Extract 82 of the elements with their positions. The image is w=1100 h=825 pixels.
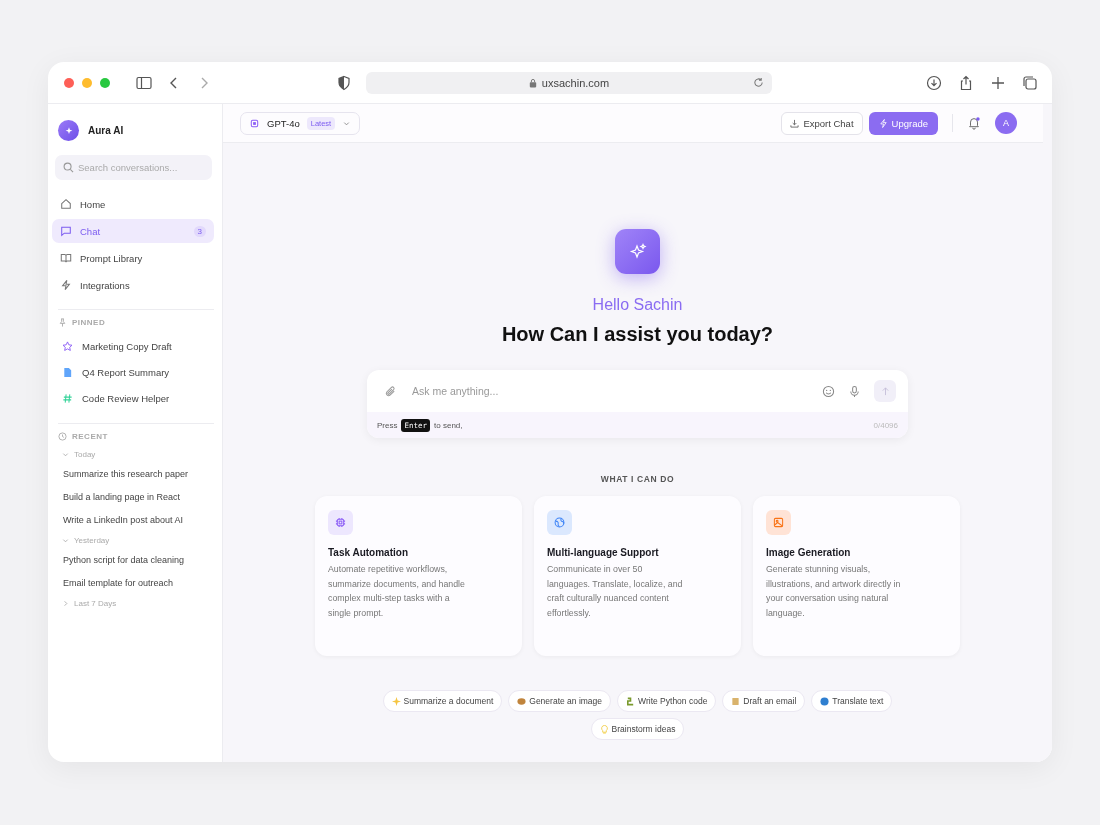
search-field[interactable]: Search conversations... [55, 155, 212, 180]
image-icon [766, 510, 791, 535]
capability-card[interactable]: Image Generation Generate stunning visuals, illustrations, and artwork directly in your conversation using natural language. [753, 496, 960, 656]
suggestion-chip[interactable]: Summarize a document [382, 690, 503, 712]
tabs-icon[interactable] [1022, 74, 1038, 91]
card-title: Task Automation [328, 547, 409, 558]
card-description: Communicate in over 50 languages. Translate, localize, and craft culturally nuanced content effortlessly. [547, 563, 684, 620]
suggestion-chip[interactable]: Write Python code [617, 690, 717, 712]
greeting: Hello Sachin [592, 296, 683, 314]
nav-item[interactable]: Chat 3 [52, 219, 214, 243]
pin-icon [58, 318, 67, 327]
conversation-item[interactable]: Email template for outreach [52, 571, 214, 594]
chevron-icon [62, 537, 69, 544]
lock-icon [528, 77, 537, 88]
reload-icon[interactable] [753, 76, 764, 88]
sparkle-icon [391, 696, 401, 706]
pinned-item[interactable]: Marketing Copy Draft [52, 333, 214, 359]
nav-item[interactable]: Prompt Library [52, 246, 214, 270]
sidebar-toggle-icon[interactable] [136, 74, 152, 91]
nav-item[interactable]: Integrations [52, 273, 214, 297]
hint-text: Press [377, 420, 398, 430]
suggestion-chip[interactable]: Brainstorm ideas [590, 718, 685, 740]
card-title: Multi-language Support [547, 547, 660, 558]
doc-icon [62, 366, 73, 378]
globe-icon [547, 510, 572, 535]
cpu-icon [328, 510, 353, 535]
hash-icon [62, 392, 73, 404]
chip-icon [249, 117, 260, 129]
star-icon [62, 340, 73, 352]
avatar[interactable]: A [995, 112, 1017, 134]
suggestion-chip[interactable]: Generate an image [508, 690, 612, 712]
upgrade-button[interactable]: Upgrade [868, 111, 938, 135]
suggestion-chip[interactable]: Translate text [811, 690, 893, 712]
arrow-up-icon [880, 386, 890, 396]
download-icon [790, 118, 800, 128]
conversation-item[interactable]: Build a landing page in React [52, 485, 214, 508]
download-icon[interactable] [926, 74, 942, 91]
suggestion-chip[interactable]: Draft an email [722, 690, 806, 712]
share-icon[interactable] [958, 74, 974, 91]
chat-icon [60, 225, 72, 237]
card-title: Image Generation [766, 547, 852, 558]
microphone-icon[interactable] [848, 384, 861, 398]
chevron-icon [62, 451, 69, 458]
capability-card[interactable]: Task Automation Automate repetitive workflows, summarize documents, and handle complex multi-step tasks with a single prompt. [315, 496, 522, 656]
close-button[interactable] [64, 77, 74, 88]
app-logo-icon [58, 120, 79, 141]
search-icon [63, 162, 74, 173]
conversation-item[interactable]: Summarize this research paper [52, 462, 214, 485]
section-heading: PINNED [72, 318, 106, 327]
clock-icon [58, 432, 67, 441]
address-bar[interactable]: uxsachin.com [366, 71, 772, 94]
shield-icon[interactable] [336, 74, 352, 91]
app-name: Aura AI [88, 125, 124, 136]
section-heading: WHAT I CAN DO [600, 474, 675, 484]
conversation-item[interactable]: Python script for data cleaning [52, 548, 214, 571]
globe-icon [820, 696, 830, 706]
assistant-logo-icon [615, 229, 660, 274]
memo-icon [731, 696, 741, 706]
lightning-icon [878, 118, 888, 128]
chevron-icon [62, 600, 69, 607]
conversation-item[interactable]: Write a LinkedIn post about AI [52, 508, 214, 531]
card-description: Automate repetitive workflows, summarize documents, and handle complex multi-step tasks with a single prompt. [328, 563, 466, 620]
hero-title: How Can I assist you today? [501, 323, 774, 346]
paperclip-icon[interactable] [384, 384, 397, 398]
bulb-icon [599, 724, 609, 734]
zap-icon [60, 279, 72, 291]
home-icon [60, 198, 72, 210]
character-counter: 0/4096 [873, 420, 898, 430]
plus-icon[interactable] [990, 74, 1006, 91]
book-icon [60, 252, 72, 264]
count-badge: 3 [193, 225, 206, 237]
section-heading: RECENT [72, 432, 108, 441]
pinned-item[interactable]: Code Review Helper [52, 385, 214, 411]
pinned-item[interactable]: Q4 Report Summary [52, 359, 214, 385]
smiley-icon[interactable] [822, 384, 835, 398]
capability-card[interactable]: Multi-language Support Communicate in over 50 languages. Translate, localize, and craft culturally nuanced content effortlessly. [534, 496, 741, 656]
hint-text: to send, [434, 420, 463, 430]
card-description: Generate stunning visuals, illustrations, and artwork directly in your conversation using natural language. [766, 563, 902, 620]
bell-icon[interactable] [967, 116, 981, 130]
nav-item[interactable]: Home [52, 192, 214, 216]
maximize-button[interactable] [100, 77, 110, 88]
export-chat-button[interactable]: Export Chat [781, 111, 863, 135]
